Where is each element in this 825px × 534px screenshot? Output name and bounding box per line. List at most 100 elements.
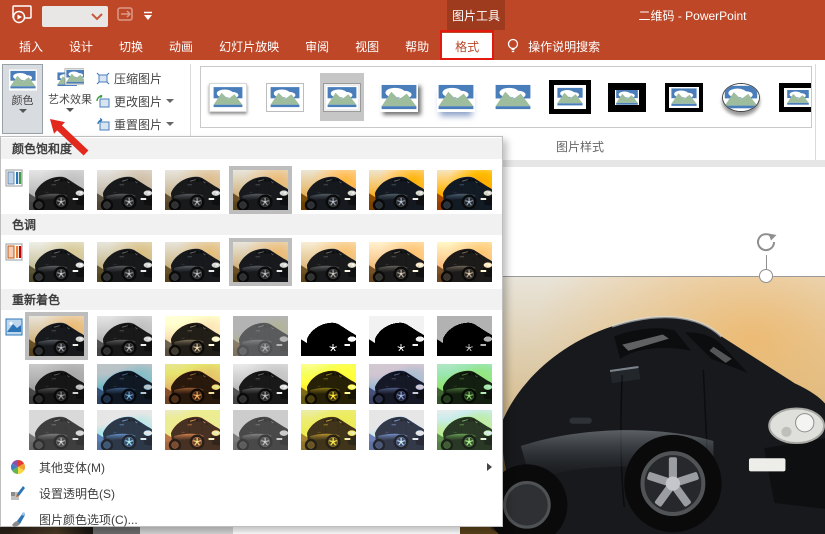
menu-item-more-variations[interactable]: 其他变体(M) [2, 455, 502, 479]
tone-4700k[interactable] [29, 242, 84, 282]
style-simple-frame-white[interactable] [206, 73, 250, 121]
style-beveled-matte-white[interactable] [320, 73, 364, 121]
recolor-grayscale[interactable] [97, 316, 152, 356]
recolor-section-header: 重新着色 [1, 289, 502, 310]
tab-slideshow[interactable]: 幻灯片放映 [206, 33, 292, 60]
recolor-light-blue[interactable] [97, 410, 152, 450]
ribbon-bottom-strip [503, 160, 825, 167]
tone-5300k[interactable] [97, 242, 152, 282]
qat-dropdown-box[interactable] [42, 6, 108, 27]
tone-11200k[interactable] [437, 242, 492, 282]
recolor-black-white-50[interactable] [369, 316, 424, 356]
change-picture-icon [96, 94, 110, 107]
recolor-dark-green[interactable] [437, 364, 492, 404]
rotation-handle[interactable] [759, 269, 773, 283]
menu-item-picture-color-options[interactable]: 图片颜色选项(C)... [2, 507, 502, 531]
picture-styles-gallery [200, 66, 812, 128]
tone-section-title: 色调 [12, 218, 37, 232]
transparent-color-icon [10, 485, 27, 502]
recolor-light-green[interactable] [437, 410, 492, 450]
recolor-section-title: 重新着色 [12, 293, 61, 307]
style-double-frame-black[interactable] [548, 73, 592, 121]
recolor-dark-gray[interactable] [29, 364, 84, 404]
title-bar: 图片工具 二维码 - PowerPoint [0, 0, 825, 33]
style-reflected[interactable] [434, 73, 478, 121]
recolor-pale-gray[interactable] [233, 410, 288, 450]
color-dropdown-menu: 颜色饱和度 色调 重新着色 其他变体(M) 设置透明色(S) 图片颜色选项(C)… [0, 136, 503, 527]
recolor-black-white-75[interactable] [437, 316, 492, 356]
picture-styles-group-label: 图片样式 [556, 140, 605, 154]
recolor-original[interactable] [25, 312, 88, 360]
style-oval-shadow[interactable] [719, 73, 763, 121]
saturation-66[interactable] [165, 170, 220, 210]
style-drop-shadow[interactable] [377, 73, 421, 121]
saturation-gallery [29, 166, 492, 214]
tone-5900k[interactable] [165, 242, 220, 282]
saturation-400[interactable] [437, 170, 492, 210]
picture-color-options-label: 图片颜色选项(C)... [39, 512, 138, 527]
powerpoint-window: 图片工具 二维码 - PowerPoint 插入 设计 切换 动画 幻灯片放映 … [0, 0, 825, 534]
tone-gallery [29, 238, 492, 286]
tone-section-icon [5, 243, 23, 261]
tab-design[interactable]: 设计 [56, 33, 106, 60]
repeat-icon [116, 6, 134, 27]
artistic-effects-icon [56, 68, 84, 90]
tab-insert[interactable]: 插入 [6, 33, 56, 60]
recolor-dark-yellow[interactable] [301, 364, 356, 404]
style-compound-frame-black[interactable] [776, 73, 811, 121]
customize-qat-chevron-icon[interactable] [142, 8, 154, 26]
contextual-tool-header: 图片工具 [447, 0, 505, 30]
recolor-gallery-row1 [25, 312, 492, 360]
lightbulb-icon [506, 38, 520, 56]
tone-6500k[interactable] [229, 238, 292, 286]
recolor-black-white-25[interactable] [301, 316, 356, 356]
tab-format-active[interactable]: 格式 [440, 30, 495, 60]
tab-transitions[interactable]: 切换 [106, 33, 156, 60]
tab-review[interactable]: 审阅 [292, 33, 342, 60]
recolor-dark-blue[interactable] [97, 364, 152, 404]
reset-picture-button[interactable]: 重置图片 [96, 114, 175, 134]
saturation-200[interactable] [369, 170, 424, 210]
color-button[interactable]: 颜色 [2, 64, 43, 134]
artistic-effects-button[interactable]: 艺术效果 [45, 64, 95, 134]
recolor-dark-orange[interactable] [165, 364, 220, 404]
recolor-section-icon [5, 318, 23, 336]
recolor-sepia[interactable] [165, 316, 220, 356]
change-picture-dropdown-icon [166, 99, 175, 103]
recolor-light-yellow[interactable] [301, 410, 356, 450]
saturation-33[interactable] [97, 170, 152, 210]
compress-picture-label: 压缩图片 [114, 71, 163, 86]
saturation-100[interactable] [229, 166, 292, 214]
change-picture-label: 更改图片 [114, 94, 163, 109]
style-thick-frame-black[interactable] [605, 73, 649, 121]
tab-view[interactable]: 视图 [342, 33, 392, 60]
recolor-washout[interactable] [233, 316, 288, 356]
tab-animations[interactable]: 动画 [156, 33, 206, 60]
car-image[interactable] [460, 277, 825, 534]
tone-8800k[interactable] [369, 242, 424, 282]
start-slideshow-icon[interactable] [10, 4, 34, 29]
tone-7200k[interactable] [301, 242, 356, 282]
rotation-handle-stem [766, 255, 767, 270]
recolor-light-indigo[interactable] [369, 410, 424, 450]
reset-picture-label: 重置图片 [114, 117, 163, 132]
saturation-section-icon [5, 169, 23, 187]
recolor-gray[interactable] [233, 364, 288, 404]
tell-me-search[interactable]: 操作说明搜索 [492, 33, 600, 60]
compress-picture-icon [96, 72, 110, 84]
style-soft-edge[interactable] [491, 73, 535, 121]
saturation-section-title: 颜色饱和度 [12, 142, 73, 156]
recolor-light-orange[interactable] [165, 410, 220, 450]
menu-item-set-transparent-color[interactable]: 设置透明色(S) [2, 481, 502, 505]
saturation-section-header: 颜色饱和度 [1, 138, 502, 159]
saturation-150[interactable] [301, 170, 356, 210]
saturation-0[interactable] [29, 170, 84, 210]
style-plain-frame[interactable] [263, 73, 307, 121]
color-button-label: 颜色 [11, 95, 34, 107]
recolor-light-gray[interactable] [29, 410, 84, 450]
tab-help[interactable]: 帮助 [392, 33, 442, 60]
recolor-dark-indigo[interactable] [369, 364, 424, 404]
change-picture-button[interactable]: 更改图片 [96, 91, 175, 111]
style-framed-black[interactable] [662, 73, 706, 121]
compress-picture-button[interactable]: 压缩图片 [96, 68, 162, 88]
